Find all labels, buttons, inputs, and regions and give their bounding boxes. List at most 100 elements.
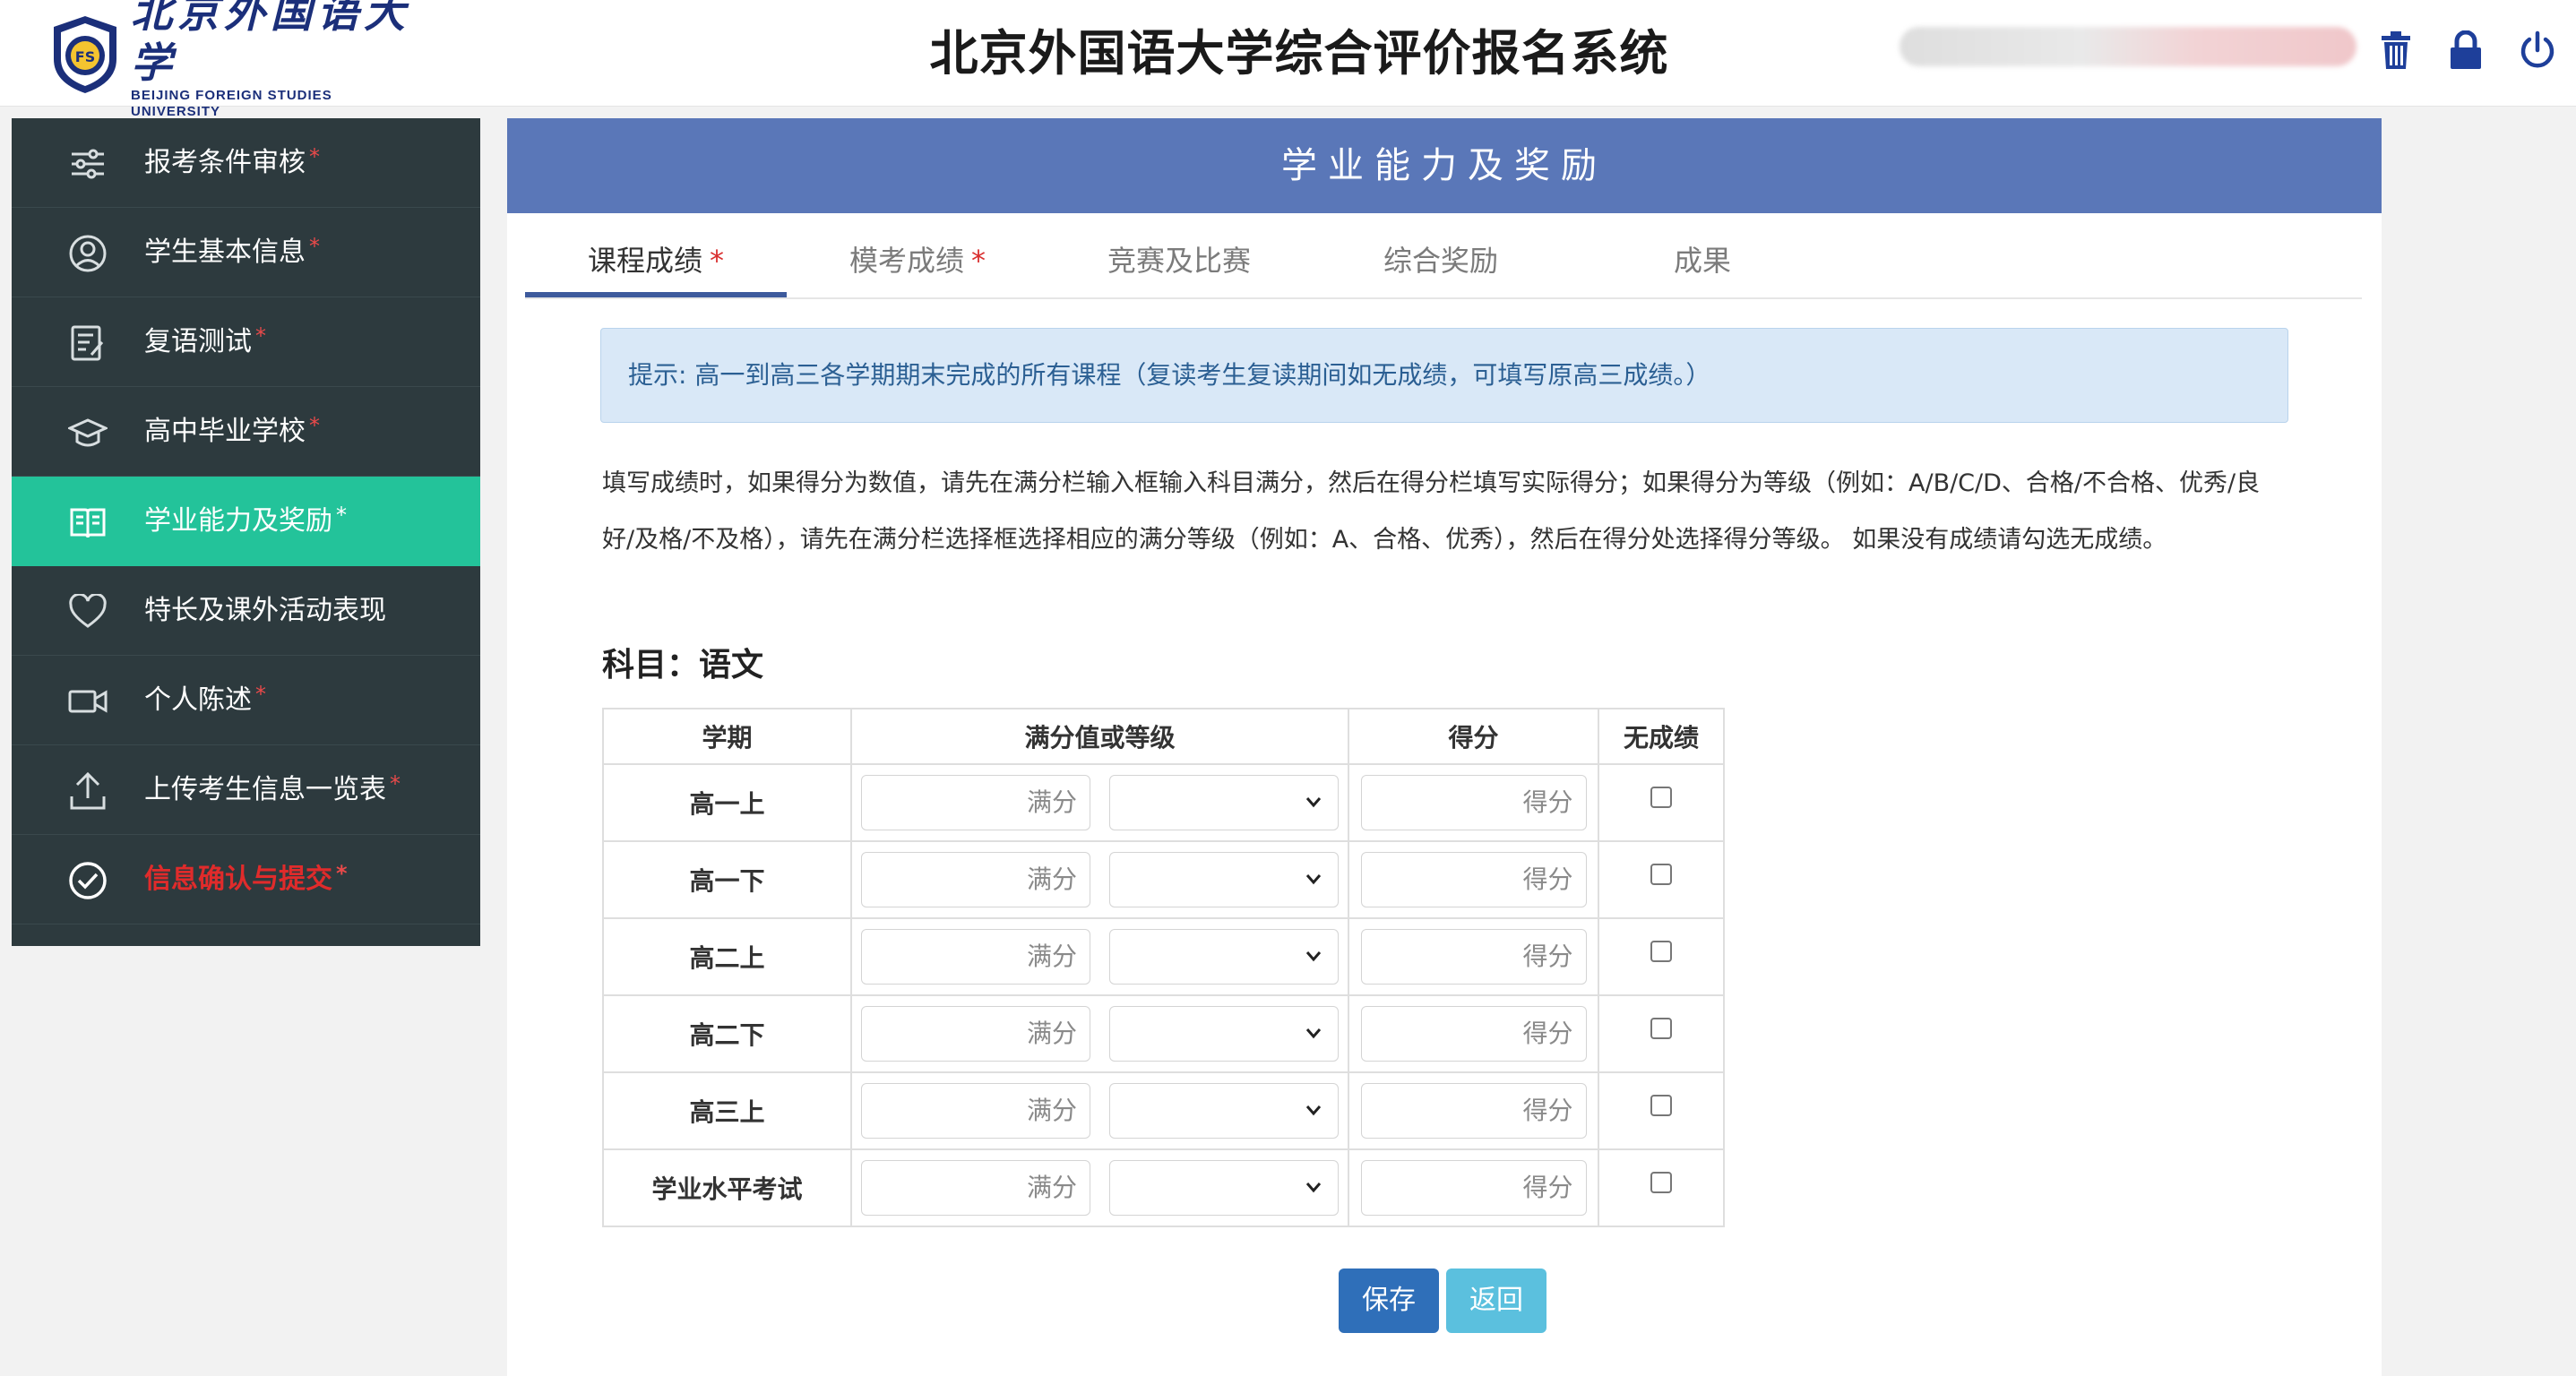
grade-level-select[interactable]	[1109, 775, 1339, 830]
section-title: 学业能力及奖励	[507, 118, 2382, 213]
tab-bar: 课程成绩 * 模考成绩 * 竞赛及比赛 综合奖励 成果	[525, 233, 2362, 299]
full-score-input[interactable]: 满分	[861, 1160, 1090, 1216]
sidebar-item-label: 信息确认与提交	[144, 864, 332, 895]
university-logo[interactable]: FS 北京外国语大学 BEIJING FOREIGN STUDIES UNIVE…	[48, 0, 425, 119]
required-mark: *	[390, 771, 401, 796]
user-info-blurred	[1900, 27, 2356, 66]
subject-title: 科目：语文	[602, 647, 764, 684]
tab-course-grades[interactable]: 课程成绩 *	[525, 233, 787, 297]
tab-achievements[interactable]: 成果	[1572, 233, 1833, 297]
header-score: 得分	[1348, 708, 1599, 765]
table-row: 学业水平考试 满分 得分	[602, 1148, 1725, 1227]
score-input[interactable]: 得分	[1360, 852, 1587, 907]
tab-competitions[interactable]: 竞赛及比赛	[1048, 233, 1310, 297]
term-cell: 学业水平考试	[602, 1148, 852, 1227]
sidebar-item-label: 复语测试	[144, 326, 252, 357]
term-cell: 高一下	[602, 840, 852, 919]
required-mark: *	[971, 244, 986, 278]
sidebar-item-label: 特长及课外活动表现	[144, 595, 386, 626]
header-no-grade: 无成绩	[1598, 708, 1725, 765]
sliders-icon	[67, 143, 108, 185]
notice-box: 提示: 高一到高三各学期期末完成的所有课程（复读考生复读期间如无成绩，可填写原高…	[600, 328, 2288, 423]
grade-level-select[interactable]	[1109, 929, 1339, 985]
back-button[interactable]: 返回	[1446, 1268, 1546, 1333]
full-score-input[interactable]: 满分	[861, 1083, 1090, 1139]
grade-level-select[interactable]	[1109, 1006, 1339, 1062]
required-mark: *	[309, 234, 320, 259]
sidebar-item-talents-activities[interactable]: 特长及课外活动表现	[12, 566, 480, 656]
sidebar-item-academic-ability[interactable]: 学业能力及奖励 *	[12, 477, 480, 566]
required-mark: *	[309, 413, 320, 438]
tab-comprehensive-awards[interactable]: 综合奖励	[1310, 233, 1572, 297]
required-mark: *	[336, 503, 347, 528]
table-row: 高一下 满分 得分	[602, 840, 1725, 919]
term-cell: 高一上	[602, 763, 852, 842]
video-icon	[67, 681, 108, 722]
sidebar-item-label: 个人陈述	[144, 684, 252, 716]
sidebar-item-basic-info[interactable]: 学生基本信息 *	[12, 208, 480, 297]
full-score-input[interactable]: 满分	[861, 1006, 1090, 1062]
tab-label: 成果	[1673, 244, 1731, 278]
sidebar-item-high-school[interactable]: 高中毕业学校 *	[12, 387, 480, 477]
sidebar-item-language-test[interactable]: 复语测试 *	[12, 297, 480, 387]
table-header-row: 学期 满分值或等级 得分 无成绩	[602, 708, 1725, 765]
power-icon[interactable]	[2514, 25, 2561, 75]
sidebar-item-confirm-submit[interactable]: 信息确认与提交 *	[12, 835, 480, 924]
heart-icon	[67, 591, 108, 632]
no-grade-checkbox[interactable]	[1650, 1017, 1672, 1039]
tab-label: 竞赛及比赛	[1107, 244, 1251, 278]
trash-icon[interactable]	[2373, 25, 2419, 75]
university-seal-icon: FS	[48, 13, 122, 95]
grade-level-select[interactable]	[1109, 852, 1339, 907]
top-header: FS 北京外国语大学 BEIJING FOREIGN STUDIES UNIVE…	[0, 0, 2576, 119]
sidebar-item-eligibility-review[interactable]: 报考条件审核 *	[12, 118, 480, 208]
term-cell: 高三上	[602, 1071, 852, 1150]
sidebar-nav: 报考条件审核 * 学生基本信息 * 复语测试 * 高中毕业学校 * 学业能力及奖…	[12, 118, 480, 946]
score-input[interactable]: 得分	[1360, 929, 1587, 985]
header-term: 学期	[602, 708, 852, 765]
no-grade-checkbox[interactable]	[1650, 940, 1672, 962]
sidebar-item-personal-statement[interactable]: 个人陈述 *	[12, 656, 480, 745]
sidebar-item-label: 报考条件审核	[144, 147, 306, 178]
grade-level-select[interactable]	[1109, 1083, 1339, 1139]
grade-level-select[interactable]	[1109, 1160, 1339, 1216]
score-input[interactable]: 得分	[1360, 775, 1587, 830]
user-icon	[67, 233, 108, 274]
tab-label: 模考成绩	[849, 244, 964, 278]
system-title: 北京外国语大学综合评价报名系统	[929, 25, 1669, 82]
score-input[interactable]: 得分	[1360, 1160, 1587, 1216]
book-icon	[67, 502, 108, 543]
chevron-down-icon	[1305, 1105, 1322, 1116]
sidebar-item-label: 学生基本信息	[144, 236, 306, 268]
header-full-score: 满分值或等级	[850, 708, 1349, 765]
save-button[interactable]: 保存	[1339, 1268, 1439, 1333]
score-input[interactable]: 得分	[1360, 1006, 1587, 1062]
required-mark: *	[336, 861, 348, 886]
sidebar-item-label: 高中毕业学校	[144, 416, 306, 447]
tab-label: 课程成绩	[587, 244, 702, 278]
graduation-cap-icon	[67, 412, 108, 453]
score-input[interactable]: 得分	[1360, 1083, 1587, 1139]
table-row: 高二上 满分 得分	[602, 917, 1725, 996]
no-grade-checkbox[interactable]	[1650, 1171, 1672, 1193]
table-row: 高三上 满分 得分	[602, 1071, 1725, 1150]
main-panel: 学业能力及奖励 课程成绩 * 模考成绩 * 竞赛及比赛 综合奖励 成果 提示: 高一…	[507, 118, 2382, 1376]
required-mark: *	[255, 323, 266, 348]
tab-mock-exam-grades[interactable]: 模考成绩 *	[787, 233, 1048, 297]
check-circle-icon	[67, 860, 108, 901]
sidebar-item-label: 上传考生信息一览表	[144, 774, 386, 805]
table-row: 高二下 满分 得分	[602, 994, 1725, 1073]
full-score-input[interactable]: 满分	[861, 852, 1090, 907]
sidebar-item-label: 学业能力及奖励	[144, 505, 332, 537]
lock-icon[interactable]	[2442, 25, 2489, 75]
sidebar-item-upload-info-sheet[interactable]: 上传考生信息一览表 *	[12, 745, 480, 835]
no-grade-checkbox[interactable]	[1650, 863, 1672, 885]
full-score-input[interactable]: 满分	[861, 775, 1090, 830]
full-score-input[interactable]: 满分	[861, 929, 1090, 985]
term-cell: 高二上	[602, 917, 852, 996]
instructions-text: 填写成绩时，如果得分为数值，请先在满分栏输入框输入科目满分，然后在得分栏填写实际…	[602, 469, 2261, 554]
no-grade-checkbox[interactable]	[1650, 1094, 1672, 1116]
no-grade-checkbox[interactable]	[1650, 786, 1672, 808]
required-mark: *	[710, 244, 724, 278]
upload-icon	[67, 770, 108, 812]
